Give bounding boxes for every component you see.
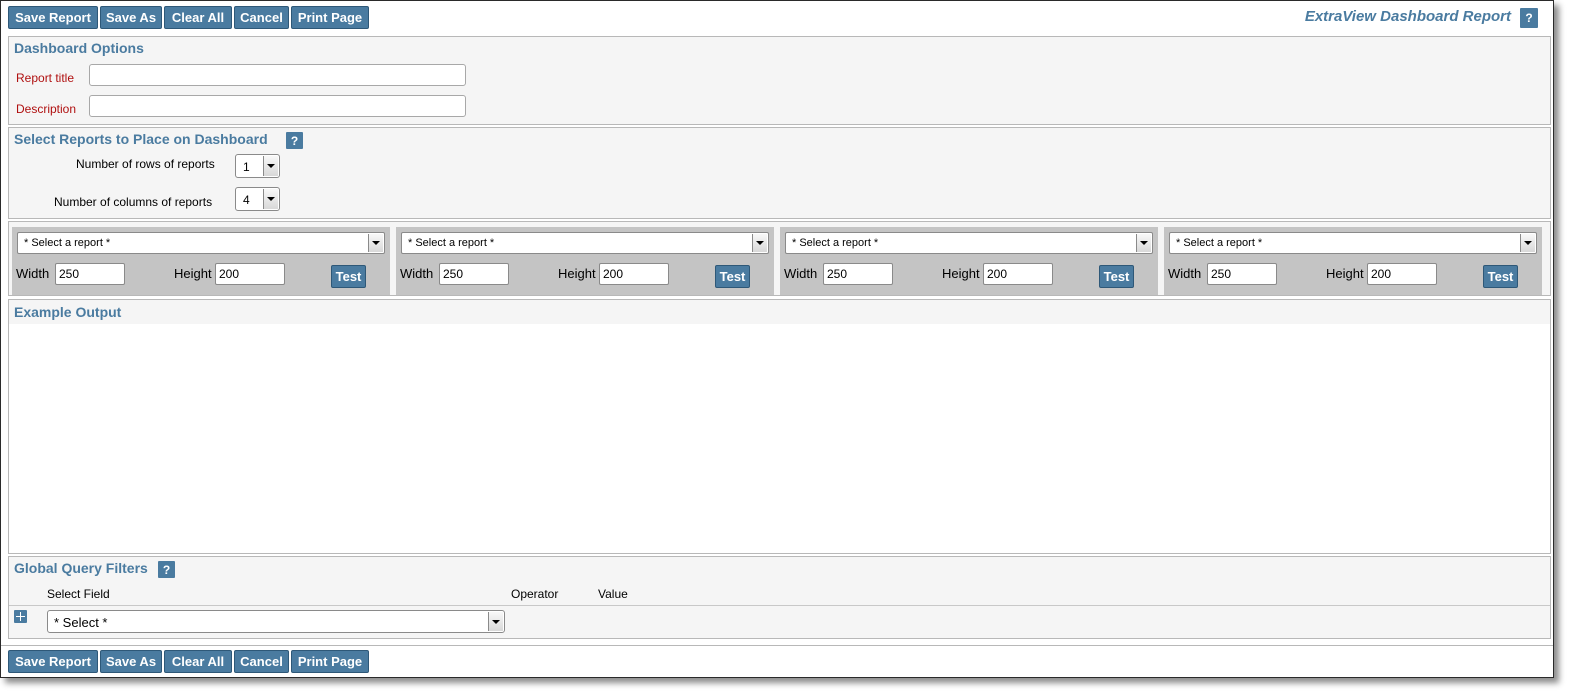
report-select-value: * Select a report * [24,237,111,249]
test-button[interactable]: Test [1483,265,1518,288]
operator-header: Operator [511,587,559,601]
rows-select[interactable]: 1 [235,154,280,178]
width-input[interactable]: 250 [55,263,125,285]
width-label: Width [16,266,50,281]
height-label: Height [1326,266,1364,281]
chevron-down-icon [263,189,278,209]
chevron-down-icon [1520,234,1535,252]
select-field-header: Select Field [47,587,110,601]
filter-field-value: * Select * [54,615,108,630]
section-title: Dashboard Options [14,40,144,56]
report-panel-3: * Select a report * Width 250 Height 200… [780,227,1158,295]
cancel-button[interactable]: Cancel [234,650,289,673]
section-title: Global Query Filters [14,560,148,576]
columns-select[interactable]: 4 [235,187,280,211]
description-label: Description [16,102,77,116]
cancel-button[interactable]: Cancel [234,6,289,29]
report-select[interactable]: * Select a report * [401,232,769,254]
rows-label: Number of rows of reports [76,157,215,171]
section-title: Select Reports to Place on Dashboard [14,131,268,147]
help-icon[interactable]: ? [158,561,175,578]
width-label: Width [1168,266,1202,281]
filter-field-select[interactable]: * Select * [47,610,505,633]
width-input[interactable]: 250 [439,263,509,285]
test-button[interactable]: Test [715,265,750,288]
height-input[interactable]: 200 [1367,263,1437,285]
width-input[interactable]: 250 [1207,263,1277,285]
app-title: ExtraView Dashboard Report [1304,8,1511,25]
report-title-input[interactable] [89,64,466,86]
example-output-section: Example Output [8,299,1551,554]
columns-label: Number of columns of reports [54,195,213,209]
divider [1,645,1553,646]
chevron-down-icon [368,234,383,252]
chevron-down-icon [752,234,767,252]
save-as-button[interactable]: Save As [100,6,162,29]
chevron-down-icon [488,612,503,631]
clear-all-button[interactable]: Clear All [164,650,232,673]
height-label: Height [942,266,980,281]
width-input[interactable]: 250 [823,263,893,285]
section-title: Example Output [14,304,122,320]
print-page-button[interactable]: Print Page [291,6,369,29]
add-filter-icon[interactable] [14,610,27,623]
report-panels-row: * Select a report * Width 250 Height 200… [8,221,1551,296]
save-as-button[interactable]: Save As [100,650,162,673]
help-icon[interactable]: ? [286,132,303,149]
height-label: Height [558,266,596,281]
save-report-button[interactable]: Save Report [8,650,98,673]
report-select[interactable]: * Select a report * [17,232,385,254]
report-panel-2: * Select a report * Width 250 Height 200… [396,227,774,295]
print-page-button[interactable]: Print Page [291,650,369,673]
rows-value: 1 [243,160,250,174]
example-output-header: Example Output [9,300,1550,324]
report-select[interactable]: * Select a report * [785,232,1153,254]
divider [9,605,1550,606]
save-report-button[interactable]: Save Report [8,6,98,29]
help-icon[interactable]: ? [1520,8,1538,28]
dashboard-window: Save Report Save As Clear All Cancel Pri… [0,0,1554,678]
test-button[interactable]: Test [1099,265,1134,288]
description-input[interactable] [89,95,466,117]
test-button[interactable]: Test [331,265,366,288]
dashboard-options-section: Dashboard Options Report title Descripti… [8,36,1551,125]
columns-value: 4 [243,193,250,207]
height-input[interactable]: 200 [983,263,1053,285]
clear-all-button[interactable]: Clear All [164,6,232,29]
report-title-label: Report title [16,71,75,85]
report-select-value: * Select a report * [792,237,879,249]
select-reports-section: Select Reports to Place on Dashboard ? N… [8,127,1551,219]
report-select[interactable]: * Select a report * [1169,232,1537,254]
height-label: Height [174,266,212,281]
global-query-filters-section: Global Query Filters ? Select Field Oper… [8,556,1551,639]
report-select-value: * Select a report * [408,237,495,249]
height-input[interactable]: 200 [215,263,285,285]
width-label: Width [400,266,434,281]
chevron-down-icon [1136,234,1151,252]
width-label: Width [784,266,818,281]
value-header: Value [598,587,628,601]
report-panel-4: * Select a report * Width 250 Height 200… [1164,227,1542,295]
height-input[interactable]: 200 [599,263,669,285]
report-select-value: * Select a report * [1176,237,1263,249]
report-panel-1: * Select a report * Width 250 Height 200… [12,227,390,295]
chevron-down-icon [263,156,278,176]
